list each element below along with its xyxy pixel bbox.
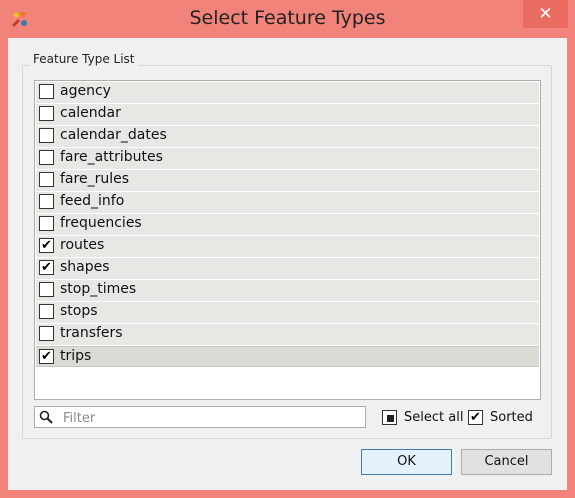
- dialog-body: Feature Type List agency calendar calendar…: [8, 38, 567, 490]
- feature-type-checkbox[interactable]: ✔: [39, 238, 54, 253]
- sorted-checkbox[interactable]: ✔: [468, 410, 483, 425]
- ok-button[interactable]: OK: [361, 449, 452, 475]
- feature-type-checkbox[interactable]: [39, 304, 54, 319]
- feature-type-label: stop_times: [60, 281, 137, 297]
- window-title: Select Feature Types: [189, 7, 386, 29]
- dialog-window: Select Feature Types ✕ Feature Type List…: [0, 0, 575, 498]
- feature-type-label: transfers: [60, 325, 123, 341]
- search-icon: [39, 410, 53, 424]
- checkmark-icon: ✔: [41, 238, 52, 253]
- select-all-label: Select all: [404, 410, 464, 425]
- feature-type-label: calendar_dates: [60, 127, 167, 143]
- feature-type-label: stops: [60, 303, 98, 319]
- title-bar[interactable]: Select Feature Types ✕: [0, 0, 575, 38]
- feature-type-label: routes: [60, 237, 105, 253]
- feature-type-checkbox[interactable]: ✔: [39, 349, 54, 364]
- list-item[interactable]: frequencies: [36, 214, 539, 235]
- list-item[interactable]: stop_times: [36, 280, 539, 301]
- feature-type-label: fare_attributes: [60, 149, 163, 165]
- checkmark-icon: ✔: [41, 349, 52, 364]
- list-item[interactable]: calendar_dates: [36, 126, 539, 147]
- feature-type-checkbox[interactable]: [39, 282, 54, 297]
- list-item[interactable]: feed_info: [36, 192, 539, 213]
- feature-type-label: calendar: [60, 105, 121, 121]
- feature-type-label: agency: [60, 83, 111, 99]
- list-item[interactable]: calendar: [36, 104, 539, 125]
- feature-type-checkbox[interactable]: [39, 194, 54, 209]
- list-item[interactable]: fare_rules: [36, 170, 539, 191]
- list-item[interactable]: stops: [36, 302, 539, 323]
- feature-type-checkbox[interactable]: [39, 216, 54, 231]
- feature-type-checkbox[interactable]: ✔: [39, 260, 54, 275]
- list-item[interactable]: fare_attributes: [36, 148, 539, 169]
- sorted-label: Sorted: [490, 410, 533, 425]
- feature-type-label: feed_info: [60, 193, 125, 209]
- select-all-checkbox[interactable]: [382, 410, 397, 425]
- cancel-button[interactable]: Cancel: [461, 449, 552, 475]
- checkmark-icon: ✔: [41, 260, 52, 275]
- feature-type-label: shapes: [60, 259, 110, 275]
- select-all-option[interactable]: Select all: [382, 410, 472, 426]
- feature-type-label: fare_rules: [60, 171, 129, 187]
- close-button[interactable]: ✕: [523, 0, 568, 28]
- feature-type-checkbox[interactable]: [39, 150, 54, 165]
- feature-type-checkbox[interactable]: [39, 84, 54, 99]
- filter-box[interactable]: [34, 406, 366, 428]
- list-item[interactable]: agency: [36, 82, 539, 103]
- feature-type-checkbox[interactable]: [39, 172, 54, 187]
- list-item[interactable]: ✔ shapes: [36, 258, 539, 279]
- feature-type-list[interactable]: agency calendar calendar_dates fare_attribu…: [34, 80, 541, 400]
- indeterminate-mark-icon: [387, 415, 394, 422]
- sorted-option[interactable]: ✔ Sorted: [468, 410, 548, 426]
- feature-type-checkbox[interactable]: [39, 106, 54, 121]
- feature-type-checkbox[interactable]: [39, 326, 54, 341]
- group-label: Feature Type List: [30, 52, 138, 66]
- feature-type-label: trips: [60, 348, 92, 364]
- close-icon: ✕: [538, 4, 553, 24]
- filter-input[interactable]: [61, 408, 363, 428]
- list-item[interactable]: transfers: [36, 324, 539, 345]
- list-item[interactable]: ✔ trips: [36, 346, 539, 367]
- checkmark-icon: ✔: [470, 410, 481, 425]
- feature-type-label: frequencies: [60, 215, 142, 231]
- feature-type-checkbox[interactable]: [39, 128, 54, 143]
- list-item[interactable]: ✔ routes: [36, 236, 539, 257]
